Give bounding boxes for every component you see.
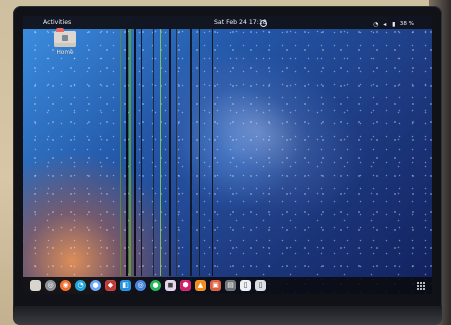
grid-dot	[423, 288, 425, 290]
image-viewer-icon[interactable]: ▣	[210, 280, 221, 291]
screen-glitch-line	[160, 29, 161, 276]
folder-icon	[54, 28, 76, 47]
photos-icon[interactable]: ◼	[165, 280, 176, 291]
disc-icon[interactable]: ◎	[45, 280, 56, 291]
files-icon[interactable]	[30, 280, 41, 291]
speaker-icon[interactable]: ◂	[382, 21, 388, 28]
screen-glitch-line	[120, 29, 121, 276]
battery-label: 38 %	[399, 21, 414, 27]
screen-glitch-line	[190, 29, 192, 276]
grid-dot	[417, 285, 419, 287]
grid-dot	[417, 288, 419, 290]
screen-glitch-line	[199, 29, 200, 276]
edge-icon[interactable]: ◔	[75, 280, 86, 291]
grid-dot	[420, 282, 422, 284]
app-grid-button[interactable]	[416, 281, 426, 291]
home-label: Home	[56, 50, 74, 56]
terminal-icon[interactable]: ▤	[225, 280, 236, 291]
archive-icon[interactable]: ▯	[255, 280, 266, 291]
bell-icon[interactable]	[260, 20, 267, 27]
shield-icon[interactable]: ◆	[105, 280, 116, 291]
system-tray[interactable]: ◔ ◂ ▮ 38 %	[373, 18, 414, 31]
screen-glitch-line	[153, 29, 154, 276]
laptop-screen: Activities Sat Feb 24 17:18 ◔ ◂ ▮ 38 % H…	[23, 16, 432, 294]
starfield	[23, 16, 432, 294]
screen-glitch-line	[134, 29, 136, 276]
home-desktop-icon[interactable]: Home	[49, 28, 81, 57]
photo-background: Activities Sat Feb 24 17:18 ◔ ◂ ▮ 38 % H…	[0, 0, 451, 325]
laptop-base	[13, 306, 442, 325]
code-icon[interactable]: ◧	[120, 280, 131, 291]
clock[interactable]: Sat Feb 24 17:18	[214, 16, 267, 29]
spotify-icon[interactable]: ●	[150, 280, 161, 291]
firefox-icon[interactable]: ◉	[60, 280, 71, 291]
screen-glitch-line	[141, 29, 142, 276]
screen-glitch-line	[129, 29, 131, 276]
grid-dot	[417, 282, 419, 284]
grid-dot	[420, 288, 422, 290]
dock: ◎ ◉ ◔ ● ◆ ◧ ◎ ● ◼ ⬢ ▲ ▣ ▤ ▯ ▯	[23, 277, 432, 294]
ruby-icon[interactable]: ⬢	[180, 280, 191, 291]
screen-glitch-line	[126, 29, 128, 276]
dock-apps: ◎ ◉ ◔ ● ◆ ◧ ◎ ● ◼ ⬢ ▲ ▣ ▤ ▯ ▯	[30, 280, 266, 291]
top-bar: Activities Sat Feb 24 17:18 ◔ ◂ ▮ 38 %	[23, 16, 432, 29]
browser-icon[interactable]: ◎	[135, 280, 146, 291]
screen-glitch-line	[212, 29, 213, 276]
grid-dot	[423, 282, 425, 284]
messages-icon[interactable]: ●	[90, 280, 101, 291]
wifi-icon[interactable]: ◔	[373, 21, 379, 28]
screen-glitch-line	[169, 29, 171, 276]
grid-dot	[420, 285, 422, 287]
battery-icon[interactable]: ▮	[391, 21, 397, 28]
screen-glitch-line	[176, 29, 177, 276]
vlc-icon[interactable]: ▲	[195, 280, 206, 291]
grid-dot	[423, 285, 425, 287]
document-icon[interactable]: ▯	[240, 280, 251, 291]
